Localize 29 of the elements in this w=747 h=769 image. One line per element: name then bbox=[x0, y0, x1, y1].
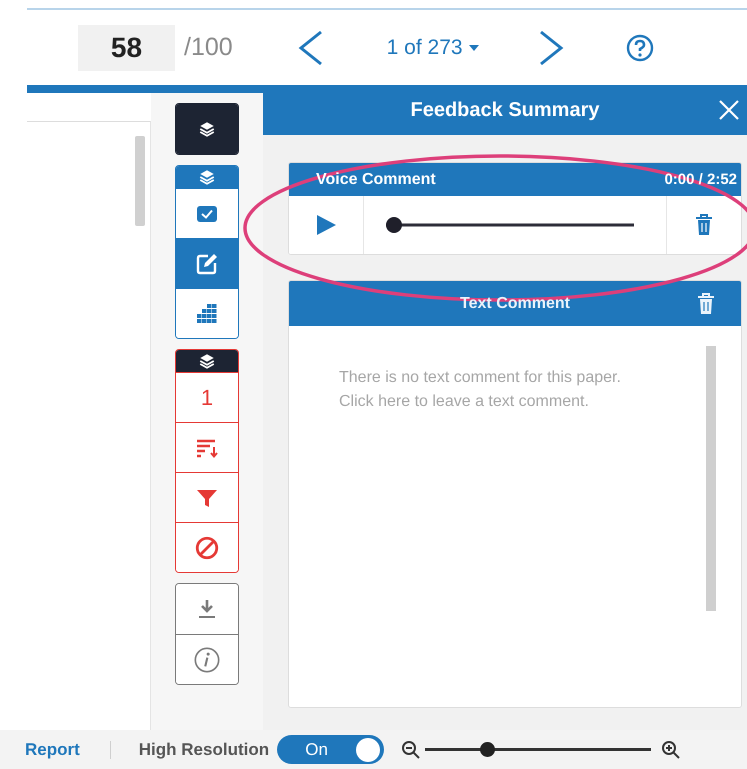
help-icon[interactable] bbox=[624, 32, 655, 62]
layers-icon bbox=[198, 120, 216, 138]
empty-comment-message[interactable]: There is no text comment for this paper. Click here to leave a text comment. bbox=[339, 366, 644, 414]
edit-icon bbox=[195, 252, 219, 276]
zoom-out-icon[interactable] bbox=[401, 740, 422, 760]
info-icon bbox=[193, 646, 221, 674]
layers-icon bbox=[198, 352, 216, 370]
resolution-label: High Resolution bbox=[138, 740, 270, 760]
trash-icon bbox=[695, 214, 713, 236]
panel-title: Feedback Summary bbox=[410, 98, 600, 122]
page-dropdown[interactable]: 1 of 273 bbox=[386, 36, 479, 60]
play-icon bbox=[315, 214, 337, 236]
layers-icon bbox=[198, 168, 216, 186]
slider-thumb[interactable] bbox=[386, 217, 402, 233]
close-icon[interactable] bbox=[717, 98, 741, 122]
bar-grid-icon bbox=[195, 302, 219, 326]
score-field[interactable]: 58 bbox=[78, 24, 175, 70]
scrollbar[interactable] bbox=[135, 136, 145, 226]
slider-thumb[interactable] bbox=[480, 742, 495, 757]
delete-button[interactable] bbox=[697, 293, 715, 315]
voice-comment-title: Voice Comment bbox=[316, 170, 436, 188]
caret-icon bbox=[468, 44, 479, 50]
ban-icon bbox=[194, 534, 220, 560]
report-link[interactable]: Report bbox=[25, 740, 80, 760]
scrollbar[interactable] bbox=[706, 346, 716, 611]
play-button[interactable] bbox=[289, 196, 364, 254]
zoom-in-icon[interactable] bbox=[661, 740, 682, 760]
score-total: /100 bbox=[184, 33, 233, 62]
resolution-toggle[interactable]: On bbox=[277, 735, 384, 764]
